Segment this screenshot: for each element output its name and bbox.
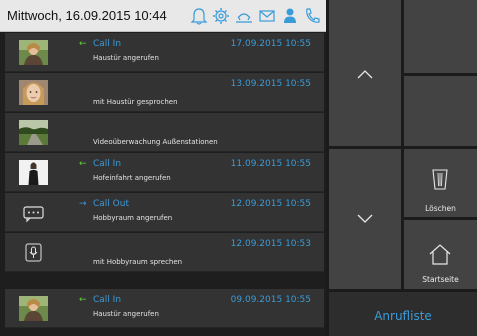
chevron-down-icon <box>357 214 373 223</box>
call-list-row[interactable]: mit Hobbyraum sprechen 12.09.2015 10:53 <box>5 233 324 272</box>
mail-icon[interactable] <box>258 6 276 26</box>
contact-thumbnail <box>19 80 48 105</box>
call-direction-icon: ← <box>79 39 87 49</box>
camera-thumbnail <box>19 120 48 145</box>
scroll-down-button[interactable] <box>329 149 401 289</box>
sun-icon[interactable] <box>235 6 253 26</box>
blank-tile <box>404 76 477 146</box>
phone-icon[interactable] <box>303 6 321 26</box>
call-description: Hofeinfahrt angerufen <box>93 174 171 182</box>
call-list-panel: Mittwoch, 16.09.2015 10:44 ← Call In Hau… <box>0 0 326 336</box>
person-icon[interactable] <box>281 6 299 26</box>
call-type: Call In <box>93 159 122 169</box>
chevron-up-icon <box>357 70 373 79</box>
trash-icon <box>432 169 448 190</box>
anrufliste-tab[interactable]: Anrufliste <box>329 292 477 336</box>
gear-icon[interactable] <box>212 6 230 26</box>
call-type: Call In <box>93 295 122 305</box>
call-timestamp: 09.09.2015 10:55 <box>230 295 311 305</box>
call-timestamp: 12.09.2015 10:55 <box>230 199 311 209</box>
call-timestamp: 11.09.2015 10:55 <box>230 159 311 169</box>
call-description: mit Haustür gesprochen <box>93 98 178 106</box>
anrufliste-label: Anrufliste <box>374 309 432 323</box>
bell-icon[interactable] <box>190 6 208 26</box>
call-direction-icon: ← <box>79 159 87 169</box>
date-time-display: Mittwoch, 16.09.2015 10:44 <box>7 8 167 23</box>
call-description: Hobbyraum angerufen <box>93 214 173 222</box>
home-button[interactable]: Startseite <box>404 220 477 289</box>
delete-button[interactable]: Löschen <box>404 149 477 217</box>
blank-tile-top <box>404 0 477 73</box>
status-bar: Mittwoch, 16.09.2015 10:44 <box>0 0 326 32</box>
call-list-row[interactable]: ← Call In Haustür angerufen 17.09.2015 1… <box>5 33 324 72</box>
call-direction-icon: → <box>79 199 87 209</box>
microphone-thumbnail <box>19 240 48 265</box>
contact-thumbnail <box>19 40 48 65</box>
call-list-row[interactable]: mit Haustür gesprochen 13.09.2015 10:55 <box>5 73 324 112</box>
call-timestamp: 13.09.2015 10:55 <box>230 79 311 89</box>
contact-thumbnail <box>19 160 48 185</box>
call-type: Call In <box>93 39 122 49</box>
contact-thumbnail <box>19 296 48 321</box>
call-type: Call Out <box>93 199 129 209</box>
call-direction-icon: ← <box>79 295 87 305</box>
call-list-row[interactable]: ← Call In Haustür angerufen 09.09.2015 1… <box>5 289 324 328</box>
intercom-thumbnail <box>19 200 48 225</box>
delete-label: Löschen <box>425 204 456 213</box>
scroll-up-button[interactable] <box>329 0 401 146</box>
call-timestamp: 12.09.2015 10:53 <box>230 239 311 249</box>
call-description: mit Hobbyraum sprechen <box>93 258 183 266</box>
status-icons <box>188 6 322 26</box>
call-description: Haustür angerufen <box>93 310 159 318</box>
call-list-row[interactable]: ← Call In Hofeinfahrt angerufen 11.09.20… <box>5 153 324 192</box>
call-description: Haustür angerufen <box>93 54 159 62</box>
call-list-row[interactable]: → Call Out Hobbyraum angerufen 12.09.201… <box>5 193 324 232</box>
home-label: Startseite <box>422 275 459 284</box>
home-icon <box>429 244 451 265</box>
call-timestamp: 17.09.2015 10:55 <box>230 39 311 49</box>
call-list-row[interactable]: Videoüberwachung Außenstationen <box>5 113 324 152</box>
call-description: Videoüberwachung Außenstationen <box>93 138 218 146</box>
